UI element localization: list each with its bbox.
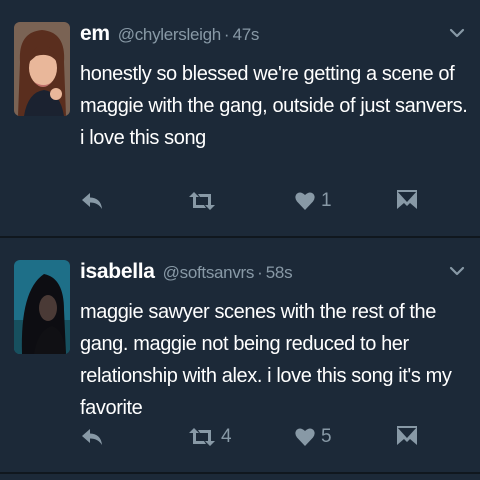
tweet-actions: 1 (80, 186, 440, 216)
direct-message-button[interactable] (396, 422, 418, 452)
heart-icon (295, 192, 315, 210)
tweet[interactable]: em @chylersleigh · 47s honestly so bless… (0, 0, 480, 236)
reply-icon (82, 429, 102, 445)
woman-portrait-avatar-icon (14, 22, 70, 116)
tweet-text: honestly so blessed we're getting a scen… (80, 63, 468, 149)
direct-message-button[interactable] (396, 186, 418, 216)
reply-icon (82, 193, 102, 209)
retweet-icon (189, 428, 215, 446)
direct-message-icon (397, 426, 417, 445)
tweet-header: em @chylersleigh · 47s (80, 22, 259, 50)
tweet-header: isabella @softsanvrs · 58s (80, 260, 293, 288)
reply-button[interactable] (80, 422, 104, 452)
tweet[interactable]: isabella @softsanvrs · 58s maggie sawyer… (0, 238, 480, 472)
username-handle[interactable]: @chylersleigh (118, 25, 221, 45)
separator-dot: · (257, 263, 263, 282)
timestamp[interactable]: 47s (233, 25, 260, 45)
like-button[interactable]: 1 (294, 186, 332, 216)
dark-haired-person-avatar-icon (14, 260, 70, 354)
avatar[interactable] (14, 260, 70, 354)
retweet-button[interactable]: 4 (188, 422, 232, 452)
retweet-icon (189, 192, 215, 210)
like-count: 5 (321, 426, 332, 447)
username-handle[interactable]: @softsanvrs (163, 263, 255, 283)
reply-button[interactable] (80, 186, 104, 216)
chevron-down-icon[interactable] (446, 260, 468, 282)
heart-icon (295, 428, 315, 446)
avatar[interactable] (14, 22, 70, 116)
like-button[interactable]: 5 (294, 422, 332, 452)
retweet-button[interactable] (188, 186, 221, 216)
tweet-divider (0, 472, 480, 474)
like-count: 1 (321, 190, 332, 211)
chevron-down-icon[interactable] (446, 22, 468, 44)
display-name[interactable]: em (80, 22, 110, 46)
direct-message-icon (397, 190, 417, 209)
display-name[interactable]: isabella (80, 260, 155, 284)
tweet-actions: 4 5 (80, 422, 440, 452)
separator-dot: · (223, 25, 230, 44)
retweet-count: 4 (221, 426, 232, 447)
timestamp[interactable]: 58s (266, 263, 293, 283)
tweet-text: maggie sawyer scenes with the rest of th… (80, 301, 452, 419)
